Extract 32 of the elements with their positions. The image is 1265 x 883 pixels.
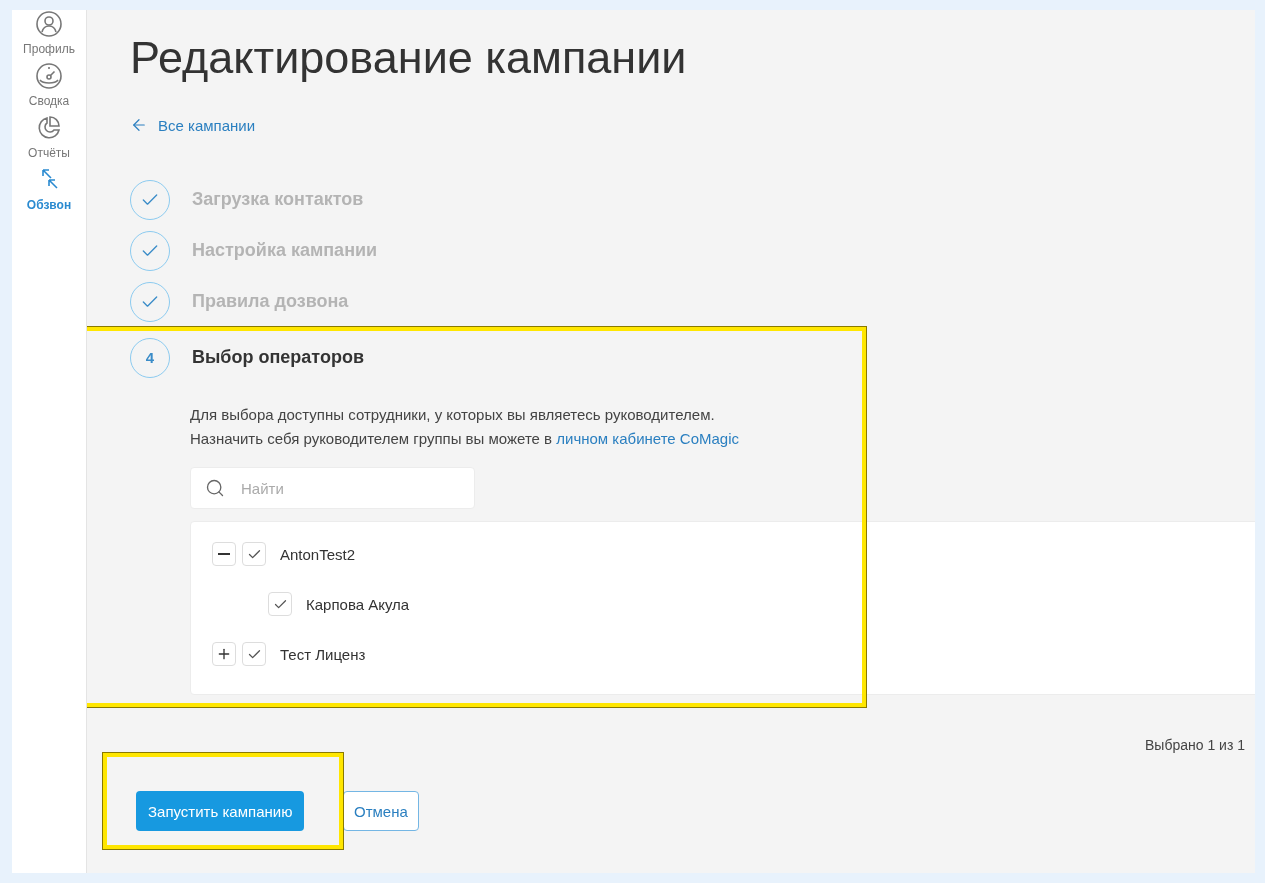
step-title: Правила дозвона	[192, 291, 349, 312]
minus-icon	[218, 553, 230, 555]
plus-icon	[216, 646, 232, 662]
search-input[interactable]: Найти	[239, 478, 460, 498]
user-icon	[35, 10, 63, 38]
tree-item-label: Карпова Акула	[306, 595, 410, 613]
page-title: Редактирование кампании	[130, 32, 688, 84]
selected-count: Выбрано 1 из 1	[1145, 737, 1245, 753]
gauge-icon	[35, 62, 63, 90]
cancel-button[interactable]: Отмена	[343, 791, 419, 831]
description-text: Для выбора доступны сотрудники, у которых вы являетесь руководителем.	[190, 405, 716, 425]
tree-item-label: Тест Лиценз	[280, 645, 366, 663]
account-link[interactable]: личном кабинете CoMagic	[556, 430, 740, 447]
collapse-button[interactable]	[212, 542, 236, 566]
sidebar-item[interactable]: Обзвон	[26, 166, 72, 212]
step-title: Настройка кампании	[192, 240, 378, 261]
description-text: Назначить себя руководителем группы вы можете в личном кабинете CoMagic	[190, 429, 741, 449]
expand-button[interactable]	[212, 642, 236, 666]
sidebar-item[interactable]: Профиль	[23, 10, 75, 56]
search-field[interactable]: Найти	[190, 467, 475, 509]
checkbox[interactable]	[242, 542, 266, 566]
step-title: Загрузка контактов	[192, 189, 364, 210]
tree-item-label: AntonTest2	[280, 545, 356, 563]
pie-chart-icon	[35, 114, 63, 142]
search-icon	[205, 478, 225, 498]
back-link[interactable]: Все кампании	[130, 116, 256, 134]
launch-campaign-button[interactable]: Запустить кампанию	[136, 791, 305, 831]
checkbox[interactable]	[268, 592, 292, 616]
checkbox[interactable]	[242, 642, 266, 666]
step-title: Выбор операторов	[192, 347, 364, 368]
sidebar-item[interactable]: Сводка	[28, 62, 70, 108]
sidebar-item[interactable]: Отчёты	[28, 114, 70, 160]
